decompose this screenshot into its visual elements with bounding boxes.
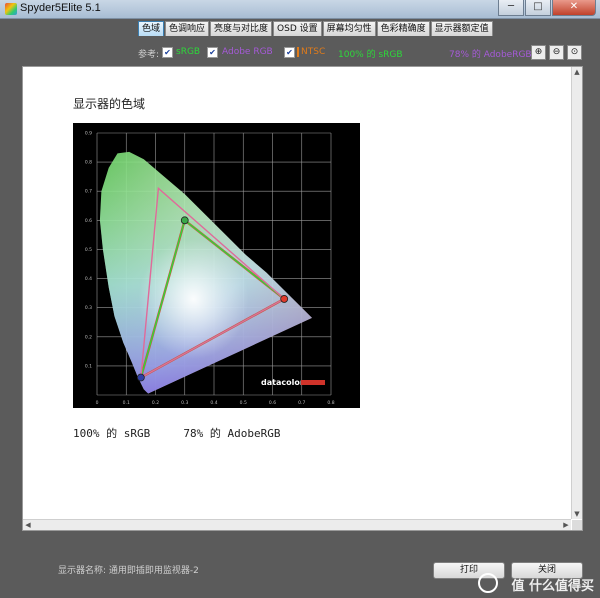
- reference-label: 参考:: [138, 50, 160, 60]
- y-tick-label: 0.7: [85, 189, 92, 195]
- y-tick-label: 0.2: [85, 334, 92, 340]
- window-title: Spyder5Elite 5.1: [20, 2, 101, 14]
- zoom-reset-icon[interactable]: ⊙: [567, 45, 582, 60]
- close-window-button[interactable]: ✕: [552, 0, 596, 16]
- adobe-coverage-text: 78% 的 AdobeRGB: [183, 427, 281, 440]
- x-tick-label: 0.3: [181, 400, 188, 406]
- vertical-scrollbar[interactable]: ▲ ▼: [571, 67, 582, 519]
- minimize-button[interactable]: ─: [498, 0, 524, 16]
- gamut-chart-svg: 0 0.1 0.2 0.3 0.4 0.5 0.6 0.7 0.8 0.1 0.2 0.3 0.4 0.5…: [85, 131, 335, 407]
- adobe-result-label: 78% 的 AdobeRGB: [449, 50, 532, 60]
- y-tick-label: 0.4: [85, 276, 92, 282]
- adobe-checkbox[interactable]: ✔: [207, 47, 218, 58]
- ntsc-label: NTSC: [297, 47, 325, 57]
- watermark-text: 值 什么值得买: [511, 579, 594, 594]
- tab-tone-response[interactable]: 色调响应: [165, 21, 210, 36]
- spectral-locus: [99, 151, 313, 394]
- scroll-corner: [572, 520, 582, 530]
- scroll-right-icon[interactable]: ▶: [561, 520, 571, 530]
- tab-brightness-contrast[interactable]: 亮度与对比度: [210, 21, 273, 36]
- title-bar: Spyder5Elite 5.1 ─ □ ✕: [0, 0, 600, 19]
- x-tick-label: 0.8: [327, 400, 334, 406]
- display-name-label: 显示器名称: 通用即插即用监视器-2: [58, 566, 199, 576]
- srgb-checkbox[interactable]: ✔: [162, 47, 173, 58]
- srgb-result-label: 100% 的 sRGB: [338, 50, 403, 60]
- page-title: 显示器的色域: [73, 97, 146, 111]
- report-content: 显示器的色域 0 0.1 0.2 0.3 0.4 0.5 0.6 0.7 0.8…: [23, 67, 571, 519]
- gamut-chart: 0 0.1 0.2 0.3 0.4 0.5 0.6 0.7 0.8 0.1 0.2 0.3 0.4 0.5…: [73, 123, 360, 408]
- tab-bar: 色域 色调响应 亮度与对比度 OSD 设置 屏幕均匀性 色彩精确度 显示器额定值: [138, 21, 494, 36]
- zoom-in-icon[interactable]: ⊕: [531, 45, 546, 60]
- y-tick-label: 0.1: [85, 363, 92, 369]
- x-tick-label: 0: [96, 400, 99, 406]
- y-tick-label: 0.9: [85, 131, 92, 137]
- y-tick-label: 0.5: [85, 247, 92, 253]
- brand-label: datacolor: [261, 378, 304, 387]
- ntsc-checkbox[interactable]: ✔: [284, 47, 295, 58]
- results-line: 100% 的 sRGB 78% 的 AdobeRGB: [73, 425, 280, 441]
- maximize-button[interactable]: □: [525, 0, 551, 16]
- x-tick-label: 0.4: [210, 400, 217, 406]
- tab-gamut[interactable]: 色域: [138, 21, 165, 36]
- srgb-coverage-text: 100% 的 sRGB: [73, 427, 151, 440]
- toolbar: 参考: ✔ sRGB ✔ Adobe RGB ✔ NTSC 100% 的 sRG…: [0, 44, 600, 62]
- scroll-up-icon[interactable]: ▲: [572, 67, 582, 77]
- horizontal-scrollbar[interactable]: ◀ ▶: [23, 519, 571, 530]
- scroll-down-icon[interactable]: ▼: [572, 509, 582, 519]
- x-tick-label: 0.5: [240, 400, 247, 406]
- x-tick-label: 0.1: [123, 400, 130, 406]
- watermark-logo-icon: [478, 573, 498, 593]
- x-tick-label: 0.6: [269, 400, 276, 406]
- adobe-label: Adobe RGB: [222, 47, 273, 57]
- zoom-out-icon[interactable]: ⊖: [549, 45, 564, 60]
- app-logo-icon: [5, 3, 17, 15]
- datacolor-brand: datacolor: [261, 378, 325, 387]
- y-tick-label: 0.3: [85, 305, 92, 311]
- scroll-left-icon[interactable]: ◀: [23, 520, 33, 530]
- primary-point: [280, 295, 289, 303]
- x-tick-label: 0.7: [298, 400, 305, 406]
- primary-point: [180, 216, 189, 225]
- tab-uniformity[interactable]: 屏幕均匀性: [322, 21, 376, 36]
- srgb-label: sRGB: [176, 47, 201, 57]
- app-window: Spyder5Elite 5.1 ─ □ ✕ 色域 色调响应 亮度与对比度 OS…: [0, 0, 600, 598]
- primary-point: [136, 373, 145, 382]
- brand-bar: [301, 380, 325, 385]
- x-tick-label: 0.2: [152, 400, 159, 406]
- tab-color-accuracy[interactable]: 色彩精确度: [376, 21, 430, 36]
- y-tick-label: 0.6: [85, 218, 92, 224]
- tab-osd-settings[interactable]: OSD 设置: [273, 21, 322, 36]
- tab-display-rating[interactable]: 显示器额定值: [430, 21, 493, 36]
- report-panel: 显示器的色域 0 0.1 0.2 0.3 0.4 0.5 0.6 0.7 0.8…: [22, 66, 583, 531]
- y-tick-label: 0.8: [85, 160, 92, 166]
